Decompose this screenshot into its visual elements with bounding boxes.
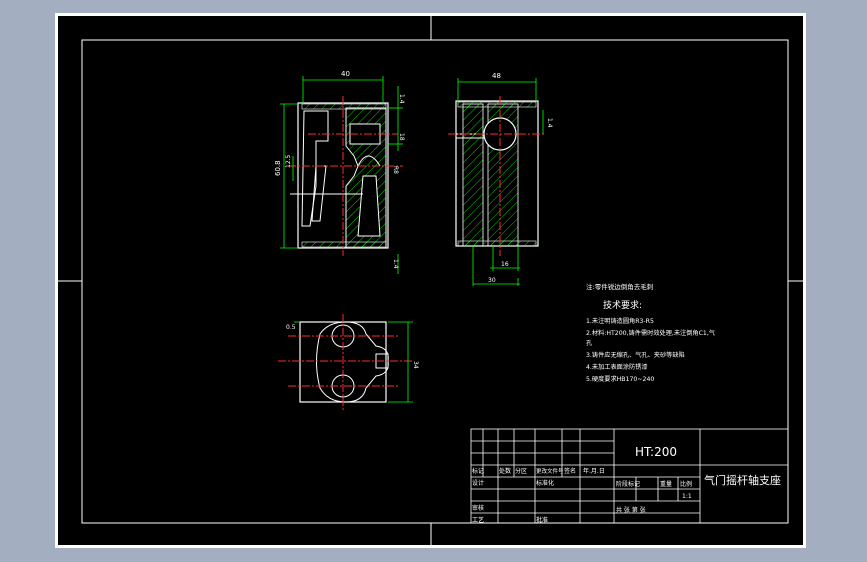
label-scale: 比例 <box>680 480 692 488</box>
dim-front-right-top: 1.4 <box>398 94 405 104</box>
side-view: 48 1.4 16 30 <box>448 72 553 286</box>
label-weight: 重量 <box>660 480 672 488</box>
scale-value: 1:1 <box>682 493 692 500</box>
centering-marks <box>58 16 803 545</box>
dim-front-right-r: R8 <box>392 166 399 174</box>
note-text: 注:零件锐边倒角去毛刺 <box>586 282 653 291</box>
tech-req-item-2: 2.材料:HT200,铸件需时效处理,未注倒角C1,气 <box>586 329 715 337</box>
tech-req-item-3: 孔 <box>586 339 592 347</box>
drawing-canvas: 40 1.4 18 R8 60.8 12.5 1.4 48 1.4 16 30 … <box>58 16 803 545</box>
tech-req-item-6: 5.硬度要求HB170~240 <box>586 375 654 383</box>
label-design: 设计 <box>472 479 484 487</box>
title-block-text: HT:200 气门摇杆轴支座 标记 处数 分区 更改文件号 签名 年.月.日 设… <box>472 445 781 524</box>
label-sheets: 共 张 第 张 <box>616 506 646 514</box>
label-stage: 阶段标记 <box>616 480 640 488</box>
notes: 注:零件锐边倒角去毛刺 技术要求: 1.未注明铸造圆角R3-R5 2.材料:HT… <box>586 282 715 383</box>
dim-side-bot-small: 16 <box>501 261 509 268</box>
label-approve: 批准 <box>536 516 548 524</box>
label-date: 年.月.日 <box>583 467 605 475</box>
label-check: 审核 <box>472 504 484 512</box>
dim-front-right-low: 1.4 <box>392 259 399 269</box>
label-count: 处数 <box>499 467 511 475</box>
label-mark: 标记 <box>472 467 484 475</box>
dim-front-right-mid: 18 <box>398 133 405 141</box>
material-text: HT:200 <box>635 445 677 459</box>
drawing-sheet: 40 1.4 18 R8 60.8 12.5 1.4 48 1.4 16 30 … <box>55 13 806 548</box>
dim-front-left-small: 12.5 <box>285 154 292 168</box>
label-process: 工艺 <box>472 516 484 524</box>
part-name-text: 气门摇杆轴支座 <box>704 473 781 487</box>
top-view: 0.5 34 <box>278 314 419 411</box>
dim-front-top: 40 <box>341 70 350 78</box>
tech-req-item-5: 4.未加工表面涂防锈漆 <box>586 363 648 371</box>
dim-side-right: 1.4 <box>546 118 553 128</box>
label-doc-no: 更改文件号 <box>536 467 564 475</box>
inner-frame <box>81 39 789 524</box>
front-view: 40 1.4 18 R8 60.8 12.5 1.4 <box>274 70 405 274</box>
tech-req-item-1: 1.未注明铸造圆角R3-R5 <box>586 317 654 325</box>
dim-top-right: 34 <box>412 361 419 369</box>
label-zone: 分区 <box>515 467 527 475</box>
dim-top-left: 0.5 <box>286 324 296 331</box>
label-sign: 签名 <box>564 467 576 475</box>
dim-front-left-h: 60.8 <box>274 160 282 176</box>
dim-side-top: 48 <box>492 72 501 80</box>
tech-req-title: 技术要求: <box>603 299 642 311</box>
tech-req-item-4: 3.铸件应无缩孔、气孔、夹砂等缺陷 <box>586 351 685 359</box>
dim-side-bot-big: 30 <box>488 277 496 284</box>
label-std: 标准化 <box>536 479 554 487</box>
